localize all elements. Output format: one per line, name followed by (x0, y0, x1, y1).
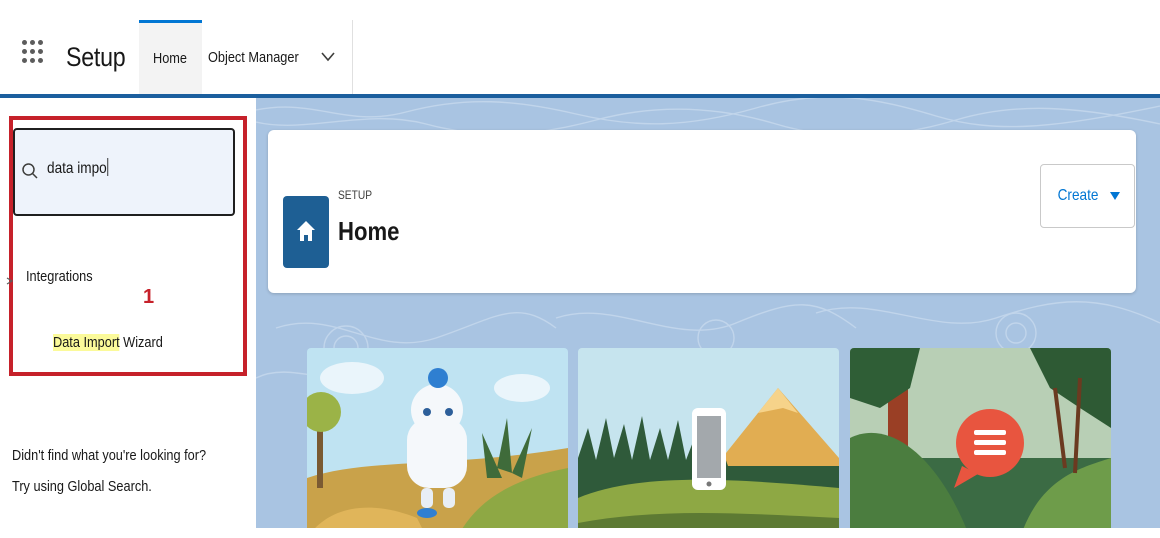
setup-home-main: SETUP Home Create (256, 98, 1160, 528)
header-eyebrow: SETUP (338, 188, 373, 202)
annotation-number: 1 (143, 286, 155, 308)
search-value-text: data impo (47, 160, 107, 177)
not-found-message: Didn't find what you're looking for? Try… (12, 440, 206, 502)
setup-home-header: SETUP Home Create (268, 130, 1136, 293)
chevron-down-icon[interactable] (320, 47, 336, 65)
quick-find-input[interactable]: data impo (13, 128, 235, 216)
app-title: Setup (66, 42, 126, 72)
tab-home[interactable]: Home (139, 20, 202, 94)
text-cursor (107, 158, 109, 176)
illustration-tile-chat[interactable] (850, 348, 1111, 528)
mobile-illustration (578, 348, 839, 528)
global-search-hint: Try using Global Search. (12, 478, 152, 495)
mascot-illustration (307, 348, 568, 528)
illustration-tile-mascot[interactable] (307, 348, 568, 528)
tab-object-manager-label: Object Manager (208, 48, 299, 66)
result-highlight: Data Import (53, 334, 120, 351)
page-title: Home (338, 216, 400, 246)
setup-sidebar: data impo Integrations 1 Data Import Wiz… (0, 98, 256, 538)
illustration-tile-mobile[interactable] (578, 348, 839, 528)
chat-illustration (850, 348, 1111, 528)
tab-home-label: Home (153, 50, 188, 67)
result-rest: Wizard (119, 334, 163, 351)
tree-category-integrations[interactable]: Integrations (26, 268, 93, 285)
app-launcher-icon[interactable] (22, 40, 44, 80)
page-bottom-edge (0, 528, 1160, 538)
search-icon (22, 163, 38, 179)
not-found-line: Didn't find what you're looking for? (12, 447, 207, 464)
create-button[interactable]: Create (1040, 164, 1135, 228)
home-icon (283, 196, 329, 268)
tab-object-manager[interactable]: Object Manager (208, 20, 353, 94)
tree-item-data-import-wizard[interactable]: Data Import Wizard (53, 334, 163, 351)
caret-down-icon (1109, 192, 1120, 200)
create-button-label: Create (1058, 187, 1099, 204)
global-header: Setup Home Object Manager (0, 0, 1160, 96)
collapse-arrow-icon[interactable] (6, 276, 14, 286)
search-value: data impo (47, 158, 109, 178)
